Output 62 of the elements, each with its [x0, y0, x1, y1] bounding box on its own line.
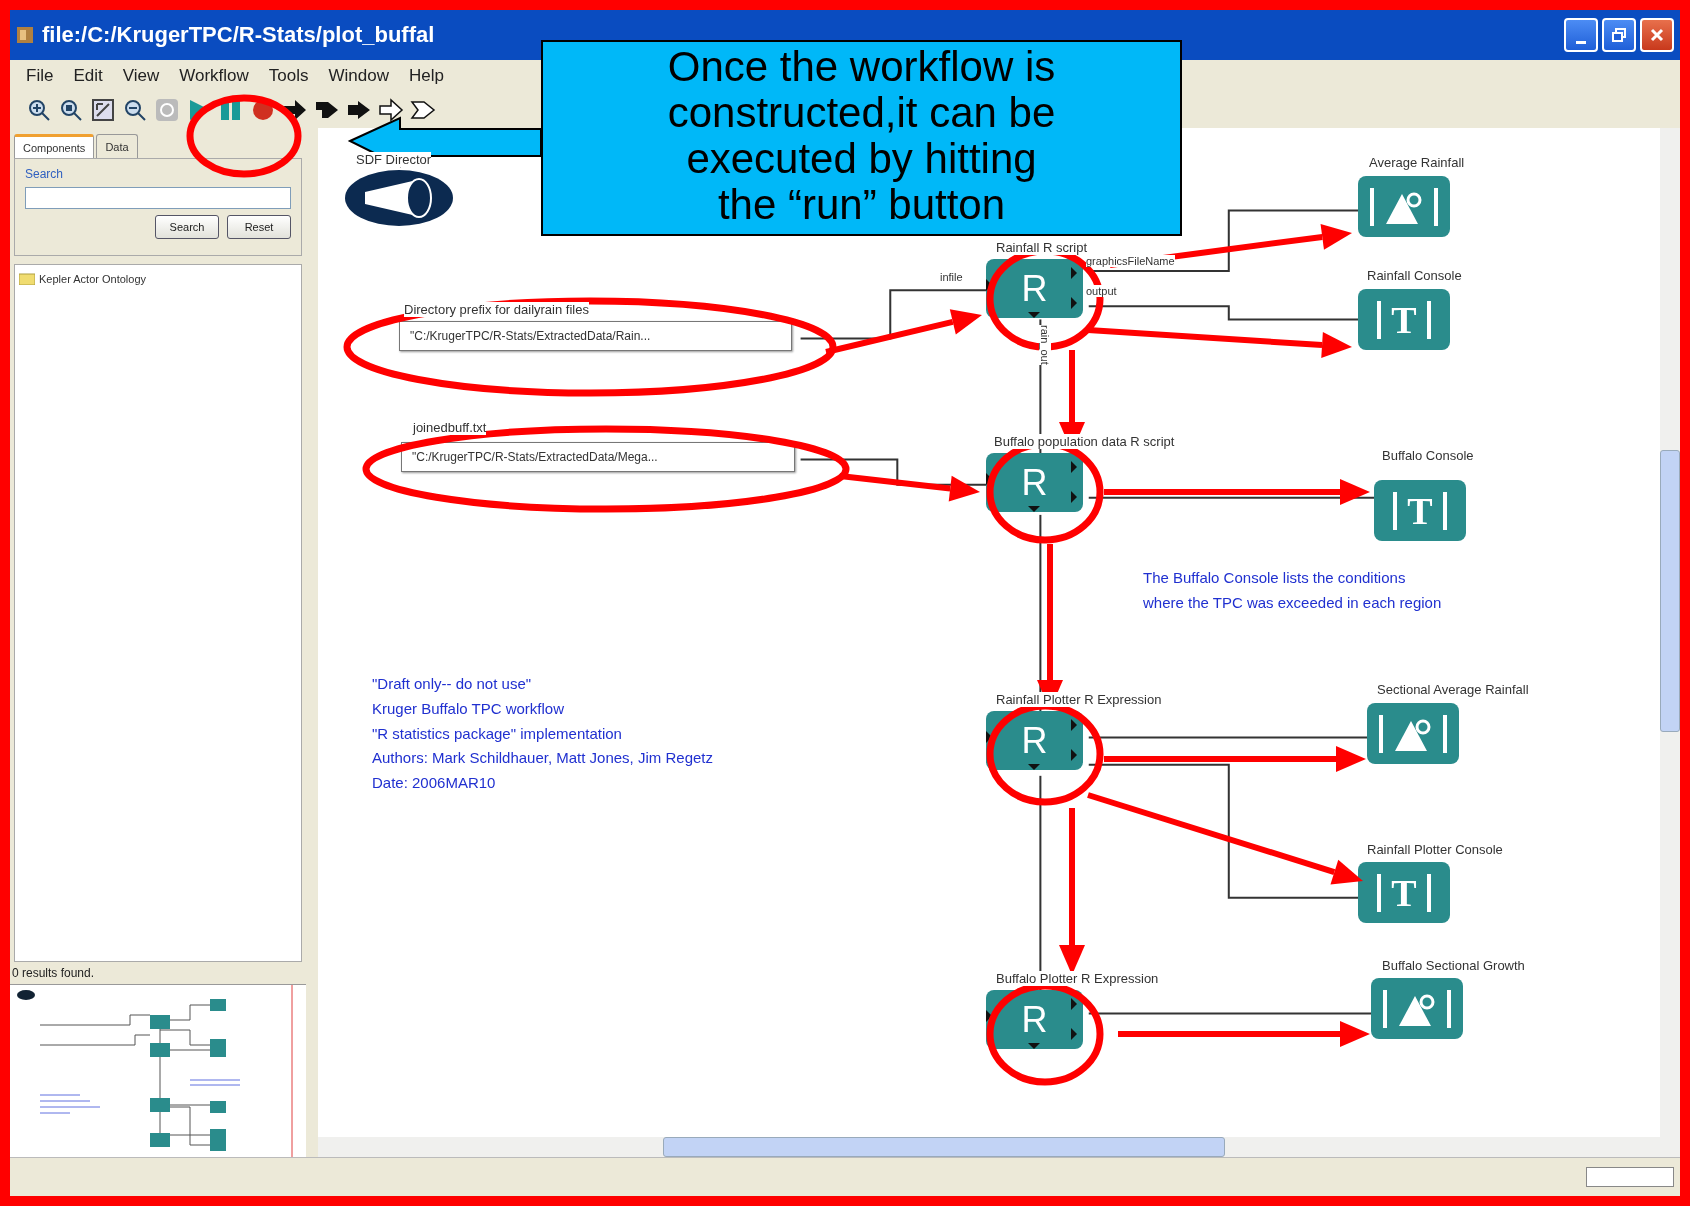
minimize-button[interactable]: [1564, 18, 1598, 52]
menu-item[interactable]: File: [18, 64, 62, 88]
director-icon[interactable]: [345, 170, 453, 226]
panel-tab[interactable]: Data: [96, 134, 138, 158]
parameter-value[interactable]: "C:/KrugerTPC/R-Stats/ExtractedData/Rain...: [399, 321, 792, 351]
parameter-value[interactable]: "C:/KrugerTPC/R-Stats/ExtractedData/Mega...: [401, 442, 795, 472]
menu-item[interactable]: Help: [401, 64, 452, 88]
port-label: rain_out: [1039, 325, 1051, 365]
display-label: Rainfall Console: [1367, 268, 1462, 283]
fit-icon[interactable]: [90, 97, 116, 123]
image-display-node[interactable]: [1367, 703, 1459, 764]
actor-label: Rainfall Plotter R Expression: [996, 692, 1162, 707]
image-display-node[interactable]: [1371, 978, 1463, 1039]
horizontal-scrollbar[interactable]: [318, 1137, 1680, 1157]
close-icon: [1649, 27, 1665, 43]
restore-icon: [1611, 27, 1627, 43]
window-title: file:/C:/KrugerTPC/R-Stats/plot_buffal: [42, 22, 435, 48]
tree-item[interactable]: Kepler Actor Ontology: [39, 273, 146, 285]
r-script-node[interactable]: R: [986, 259, 1083, 318]
image-display-node[interactable]: [1358, 176, 1450, 237]
parameter-label: Directory prefix for dailyrain files: [404, 302, 589, 317]
r-script-node[interactable]: R: [986, 453, 1083, 512]
parameter-label: joinedbuff.txt: [413, 420, 487, 435]
menu-item[interactable]: Tools: [260, 64, 317, 88]
search-field[interactable]: [25, 187, 291, 209]
port-label: output: [1086, 285, 1117, 297]
menu-item[interactable]: View: [114, 64, 168, 88]
text-display-node[interactable]: T: [1358, 289, 1450, 350]
folder-icon: [19, 273, 35, 285]
zoom-icon[interactable]: [58, 97, 84, 123]
app-icon: [16, 26, 34, 44]
port-label: infile: [940, 271, 963, 283]
display-label: Average Rainfall: [1369, 155, 1465, 170]
vertical-scrollbar[interactable]: [1660, 128, 1680, 1137]
results-count: 0 results found.: [11, 965, 96, 982]
maximize-button[interactable]: [1602, 18, 1636, 52]
menu-item[interactable]: Window: [320, 64, 397, 88]
zoom-out-icon[interactable]: [122, 97, 148, 123]
display-label: Rainfall Plotter Console: [1367, 842, 1503, 857]
reset-button[interactable]: Reset: [227, 215, 291, 239]
display-label: Buffalo Sectional Growth: [1382, 958, 1525, 973]
menu-item[interactable]: Workflow: [171, 64, 257, 88]
menu-item[interactable]: Edit: [65, 64, 111, 88]
port-label: graphicsFileName: [1086, 255, 1175, 267]
display-label: Sectional Average Rainfall: [1377, 682, 1529, 697]
actor-label: Buffalo Plotter R Expression: [996, 971, 1159, 986]
zoom-in-icon[interactable]: [26, 97, 52, 123]
search-label: Search: [25, 167, 65, 181]
panel-tab[interactable]: Components: [14, 134, 95, 158]
search-button[interactable]: Search: [155, 215, 219, 239]
actor-label: Buffalo population data R script: [994, 434, 1175, 449]
close-button[interactable]: [1640, 18, 1674, 52]
callout-note: Once the workflow is constructed,it can be executed by hitting the “run” button: [541, 40, 1182, 236]
annotation-note: The Buffalo Console lists the conditions where the TPC was exceeded in each region: [1143, 568, 1442, 613]
display-label: Buffalo Console: [1382, 448, 1474, 463]
minimize-icon: [1576, 40, 1586, 44]
annotation-note: "Draft only-- do not use" Kruger Buffalo TPC workflow "R statistics package" implementation Authors: Mark Schildhauer, Matt Jones, Jim Regetz Date: 2006MAR10: [372, 674, 713, 793]
text-display-node[interactable]: T: [1374, 480, 1466, 541]
director-label: SDF Director: [356, 152, 432, 167]
text-display-node[interactable]: T: [1358, 862, 1450, 923]
actor-label: Rainfall R script: [996, 240, 1088, 255]
outline-arrow-icon[interactable]: [378, 97, 404, 123]
